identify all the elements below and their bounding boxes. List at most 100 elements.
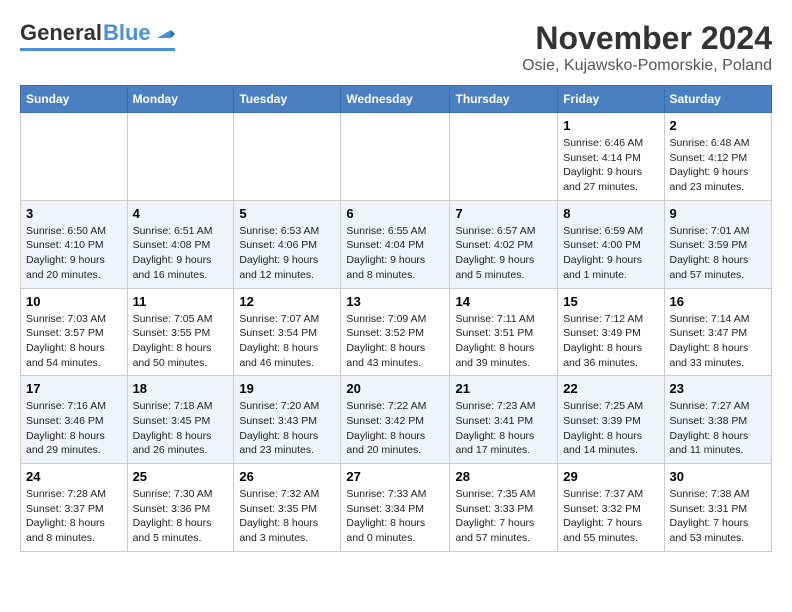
calendar-table: Sunday Monday Tuesday Wednesday Thursday…	[20, 85, 772, 552]
logo-general: General	[20, 20, 102, 46]
day-info: Sunrise: 7:09 AM Sunset: 3:52 PM Dayligh…	[346, 312, 444, 371]
col-sunday: Sunday	[21, 86, 128, 113]
day-info: Sunrise: 6:48 AM Sunset: 4:12 PM Dayligh…	[670, 136, 767, 195]
day-number: 1	[563, 118, 658, 133]
calendar-cell: 30 Sunrise: 7:38 AM Sunset: 3:31 PM Dayli…	[664, 464, 772, 552]
calendar-cell: 22 Sunrise: 7:25 AM Sunset: 3:39 PM Dayli…	[558, 376, 664, 464]
day-number: 15	[563, 294, 658, 309]
col-tuesday: Tuesday	[234, 86, 341, 113]
day-info: Sunrise: 7:25 AM Sunset: 3:39 PM Dayligh…	[563, 399, 658, 458]
day-number: 22	[563, 381, 658, 396]
col-wednesday: Wednesday	[341, 86, 450, 113]
calendar-cell: 25 Sunrise: 7:30 AM Sunset: 3:36 PM Dayli…	[127, 464, 234, 552]
day-number: 28	[455, 469, 552, 484]
calendar-cell	[127, 113, 234, 201]
day-info: Sunrise: 7:18 AM Sunset: 3:45 PM Dayligh…	[133, 399, 229, 458]
day-number: 18	[133, 381, 229, 396]
day-info: Sunrise: 6:50 AM Sunset: 4:10 PM Dayligh…	[26, 224, 122, 283]
day-number: 9	[670, 206, 767, 221]
day-number: 29	[563, 469, 658, 484]
day-number: 4	[133, 206, 229, 221]
day-number: 30	[670, 469, 767, 484]
day-info: Sunrise: 6:46 AM Sunset: 4:14 PM Dayligh…	[563, 136, 658, 195]
day-info: Sunrise: 7:12 AM Sunset: 3:49 PM Dayligh…	[563, 312, 658, 371]
day-info: Sunrise: 7:14 AM Sunset: 3:47 PM Dayligh…	[670, 312, 767, 371]
day-info: Sunrise: 7:11 AM Sunset: 3:51 PM Dayligh…	[455, 312, 552, 371]
calendar-cell: 14Sunrise: 7:11 AM Sunset: 3:51 PM Dayli…	[450, 288, 558, 376]
day-info: Sunrise: 6:57 AM Sunset: 4:02 PM Dayligh…	[455, 224, 552, 283]
calendar-cell: 11Sunrise: 7:05 AM Sunset: 3:55 PM Dayli…	[127, 288, 234, 376]
day-info: Sunrise: 7:20 AM Sunset: 3:43 PM Dayligh…	[239, 399, 335, 458]
calendar-cell: 5Sunrise: 6:53 AM Sunset: 4:06 PM Daylig…	[234, 200, 341, 288]
header-row: Sunday Monday Tuesday Wednesday Thursday…	[21, 86, 772, 113]
logo-underline	[20, 48, 175, 51]
day-info: Sunrise: 7:37 AM Sunset: 3:32 PM Dayligh…	[563, 487, 658, 546]
day-number: 12	[239, 294, 335, 309]
page-header: General Blue November 2024 Osie, Kujawsk…	[20, 20, 772, 75]
day-info: Sunrise: 7:05 AM Sunset: 3:55 PM Dayligh…	[133, 312, 229, 371]
day-number: 27	[346, 469, 444, 484]
calendar-cell: 24Sunrise: 7:28 AM Sunset: 3:37 PM Dayli…	[21, 464, 128, 552]
day-number: 13	[346, 294, 444, 309]
calendar-cell: 27 Sunrise: 7:33 AM Sunset: 3:34 PM Dayli…	[341, 464, 450, 552]
day-number: 5	[239, 206, 335, 221]
calendar-cell: 10 Sunrise: 7:03 AM Sunset: 3:57 PM Dayli…	[21, 288, 128, 376]
week-row-2: 3 Sunrise: 6:50 AM Sunset: 4:10 PM Daylig…	[21, 200, 772, 288]
calendar-cell: 28Sunrise: 7:35 AM Sunset: 3:33 PM Dayli…	[450, 464, 558, 552]
calendar-cell: 7 Sunrise: 6:57 AM Sunset: 4:02 PM Daylig…	[450, 200, 558, 288]
calendar-cell: 26 Sunrise: 7:32 AM Sunset: 3:35 PM Dayli…	[234, 464, 341, 552]
logo: General Blue	[20, 20, 175, 51]
day-number: 2	[670, 118, 767, 133]
day-info: Sunrise: 7:07 AM Sunset: 3:54 PM Dayligh…	[239, 312, 335, 371]
day-info: Sunrise: 7:28 AM Sunset: 3:37 PM Dayligh…	[26, 487, 122, 546]
calendar-cell: 29 Sunrise: 7:37 AM Sunset: 3:32 PM Dayli…	[558, 464, 664, 552]
day-info: Sunrise: 6:51 AM Sunset: 4:08 PM Dayligh…	[133, 224, 229, 283]
day-number: 21	[455, 381, 552, 396]
calendar-cell: 13 Sunrise: 7:09 AM Sunset: 3:52 PM Dayli…	[341, 288, 450, 376]
calendar-cell: 8Sunrise: 6:59 AM Sunset: 4:00 PM Daylig…	[558, 200, 664, 288]
day-info: Sunrise: 7:38 AM Sunset: 3:31 PM Dayligh…	[670, 487, 767, 546]
day-number: 7	[455, 206, 552, 221]
day-info: Sunrise: 7:01 AM Sunset: 3:59 PM Dayligh…	[670, 224, 767, 283]
col-monday: Monday	[127, 86, 234, 113]
day-info: Sunrise: 6:59 AM Sunset: 4:00 PM Dayligh…	[563, 224, 658, 283]
day-number: 16	[670, 294, 767, 309]
day-number: 10	[26, 294, 122, 309]
day-info: Sunrise: 7:23 AM Sunset: 3:41 PM Dayligh…	[455, 399, 552, 458]
day-info: Sunrise: 7:30 AM Sunset: 3:36 PM Dayligh…	[133, 487, 229, 546]
day-number: 6	[346, 206, 444, 221]
day-info: Sunrise: 7:03 AM Sunset: 3:57 PM Dayligh…	[26, 312, 122, 371]
calendar-cell: 17Sunrise: 7:16 AM Sunset: 3:46 PM Dayli…	[21, 376, 128, 464]
calendar-cell: 4 Sunrise: 6:51 AM Sunset: 4:08 PM Daylig…	[127, 200, 234, 288]
calendar-cell: 19Sunrise: 7:20 AM Sunset: 3:43 PM Dayli…	[234, 376, 341, 464]
col-thursday: Thursday	[450, 86, 558, 113]
day-info: Sunrise: 7:33 AM Sunset: 3:34 PM Dayligh…	[346, 487, 444, 546]
calendar-cell	[450, 113, 558, 201]
calendar-cell: 6 Sunrise: 6:55 AM Sunset: 4:04 PM Daylig…	[341, 200, 450, 288]
calendar-cell	[234, 113, 341, 201]
day-info: Sunrise: 6:55 AM Sunset: 4:04 PM Dayligh…	[346, 224, 444, 283]
week-row-1: 1 Sunrise: 6:46 AM Sunset: 4:14 PM Daylig…	[21, 113, 772, 201]
calendar-cell: 2 Sunrise: 6:48 AM Sunset: 4:12 PM Daylig…	[664, 113, 772, 201]
week-row-4: 17Sunrise: 7:16 AM Sunset: 3:46 PM Dayli…	[21, 376, 772, 464]
page-title: November 2024	[522, 20, 772, 57]
calendar-cell	[21, 113, 128, 201]
logo-block: General Blue	[20, 20, 175, 51]
day-info: Sunrise: 7:22 AM Sunset: 3:42 PM Dayligh…	[346, 399, 444, 458]
calendar-cell: 21 Sunrise: 7:23 AM Sunset: 3:41 PM Dayli…	[450, 376, 558, 464]
day-number: 25	[133, 469, 229, 484]
logo-arrow-icon	[153, 20, 175, 42]
day-number: 3	[26, 206, 122, 221]
calendar-cell: 9 Sunrise: 7:01 AM Sunset: 3:59 PM Daylig…	[664, 200, 772, 288]
calendar-cell: 12 Sunrise: 7:07 AM Sunset: 3:54 PM Dayli…	[234, 288, 341, 376]
logo-blue-text: Blue	[103, 20, 151, 46]
day-number: 23	[670, 381, 767, 396]
calendar-cell: 16 Sunrise: 7:14 AM Sunset: 3:47 PM Dayli…	[664, 288, 772, 376]
day-info: Sunrise: 7:32 AM Sunset: 3:35 PM Dayligh…	[239, 487, 335, 546]
title-block: November 2024 Osie, Kujawsko-Pomorskie, …	[522, 20, 772, 75]
week-row-3: 10 Sunrise: 7:03 AM Sunset: 3:57 PM Dayli…	[21, 288, 772, 376]
day-number: 20	[346, 381, 444, 396]
day-number: 26	[239, 469, 335, 484]
calendar-cell: 3 Sunrise: 6:50 AM Sunset: 4:10 PM Daylig…	[21, 200, 128, 288]
day-number: 17	[26, 381, 122, 396]
